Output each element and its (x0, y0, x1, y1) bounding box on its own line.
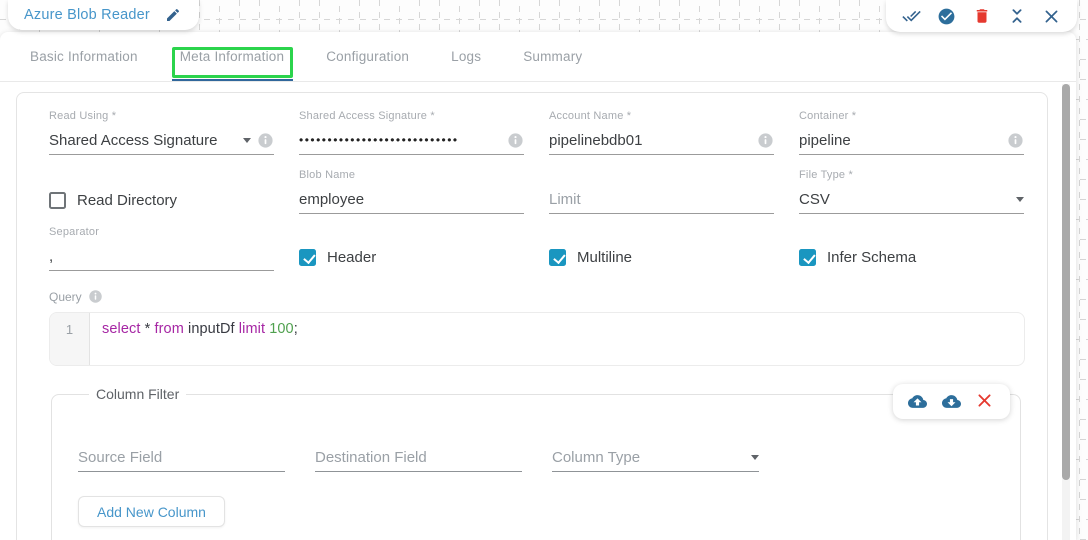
cloud-upload-icon[interactable] (908, 392, 927, 411)
meta-information-form-card: Read Using * Shared Access Signature Sha… (16, 92, 1048, 540)
tab-label: Logs (451, 49, 482, 64)
container-value: pipeline (799, 131, 851, 149)
query-label-row: Query (49, 289, 1023, 304)
header-option: Header (299, 226, 524, 271)
container-field[interactable]: Container * pipeline (799, 110, 1024, 155)
read-using-field[interactable]: Read Using * Shared Access Signature (49, 110, 274, 155)
limit-input[interactable] (549, 190, 774, 208)
info-icon[interactable] (1007, 132, 1024, 149)
sas-label: Shared Access Signature * (299, 110, 435, 122)
source-field[interactable] (78, 446, 285, 472)
file-type-field[interactable]: File Type * CSV (799, 169, 1024, 214)
scrollbar-thumb[interactable] (1062, 84, 1070, 480)
editor-line-number-gutter: 1 (50, 313, 90, 365)
account-name-value: pipelinebdb01 (549, 131, 643, 149)
tab-logs[interactable]: Logs (430, 32, 502, 81)
add-new-column-button[interactable]: Add New Column (78, 496, 225, 527)
tab-label: Basic Information (30, 49, 138, 64)
file-type-value: CSV (799, 190, 830, 208)
destination-field-input[interactable] (315, 448, 522, 466)
query-code-editor[interactable]: 1 select * from inputDf limit 100; (49, 312, 1025, 366)
node-title-chip: Azure Blob Reader (8, 0, 199, 30)
separator-field[interactable]: Separator , (49, 226, 274, 271)
multiline-label: Multiline (577, 249, 633, 266)
blob-name-label: Blob Name (299, 169, 356, 181)
close-icon[interactable] (1042, 7, 1061, 26)
dropdown-caret-icon[interactable] (751, 454, 759, 460)
header-checkbox[interactable] (299, 249, 316, 266)
read-directory-checkbox[interactable] (49, 192, 66, 209)
infer-schema-option: Infer Schema (799, 226, 1024, 271)
container-label: Container * (799, 110, 857, 122)
tab-bar: Basic Information Meta Information Confi… (0, 32, 1076, 82)
dropdown-caret-icon[interactable] (1016, 196, 1024, 202)
validated-check-circle-icon[interactable] (937, 7, 956, 26)
destination-field[interactable] (315, 446, 522, 472)
file-type-label: File Type * (799, 169, 853, 181)
source-field-input[interactable] (78, 448, 285, 466)
collapse-icon[interactable] (1007, 7, 1026, 26)
column-type-field[interactable]: Column Type (552, 446, 759, 472)
remove-filter-icon[interactable] (976, 392, 995, 411)
query-label: Query (49, 289, 82, 304)
info-icon[interactable] (257, 132, 274, 149)
edit-title-icon[interactable] (164, 6, 183, 25)
active-tab-indicator (171, 78, 294, 81)
info-icon[interactable] (507, 132, 524, 149)
blob-name-field[interactable]: Blob Name employee (299, 169, 524, 214)
column-filter-fieldset: Column Filter Source Field Destination F… (51, 384, 1021, 540)
tab-configuration[interactable]: Configuration (305, 32, 430, 81)
tab-label: Configuration (326, 49, 410, 64)
node-toolbar (886, 0, 1077, 32)
read-using-label: Read Using * (49, 110, 117, 122)
read-directory-option: Read Directory (49, 169, 274, 214)
limit-field[interactable] (549, 169, 774, 214)
node-config-modal: Basic Information Meta Information Confi… (0, 32, 1076, 540)
separator-label: Separator (49, 226, 100, 238)
account-name-label: Account Name * (549, 110, 632, 122)
code-line[interactable]: select * from inputDf limit 100; (90, 313, 310, 365)
multiline-checkbox[interactable] (549, 249, 566, 266)
validate-all-icon[interactable] (902, 7, 921, 26)
tab-meta-information[interactable]: Meta Information (159, 32, 306, 81)
tab-summary[interactable]: Summary (502, 32, 603, 81)
info-icon[interactable] (88, 289, 103, 304)
shared-access-signature-field[interactable]: Shared Access Signature * ••••••••••••••… (299, 110, 524, 155)
header-label: Header (327, 249, 377, 266)
column-filter-actions (893, 384, 1010, 419)
pipeline-editor-screen: Azure Blob Reader Basic Information Meta… (0, 0, 1088, 540)
read-directory-label: Read Directory (77, 192, 178, 209)
tab-label: Meta Information (179, 49, 285, 64)
tab-basic-information[interactable]: Basic Information (30, 32, 159, 81)
separator-value: , (49, 247, 54, 265)
multiline-option: Multiline (549, 226, 774, 271)
tab-label: Summary (523, 49, 583, 64)
blob-name-value: employee (299, 190, 365, 208)
read-using-value: Shared Access Signature (49, 131, 218, 149)
scrollbar-track[interactable] (1062, 84, 1070, 540)
column-filter-legend: Column Filter (96, 386, 180, 402)
node-title: Azure Blob Reader (24, 7, 150, 23)
infer-schema-checkbox[interactable] (799, 249, 816, 266)
infer-schema-label: Infer Schema (827, 249, 917, 266)
dropdown-caret-icon[interactable] (243, 137, 251, 143)
sas-masked-value: •••••••••••••••••••••••••••• (299, 133, 459, 147)
cloud-download-icon[interactable] (942, 392, 961, 411)
delete-node-icon[interactable] (972, 7, 991, 26)
info-icon[interactable] (757, 132, 774, 149)
column-type-placeholder: Column Type (552, 448, 641, 466)
account-name-field[interactable]: Account Name * pipelinebdb01 (549, 110, 774, 155)
